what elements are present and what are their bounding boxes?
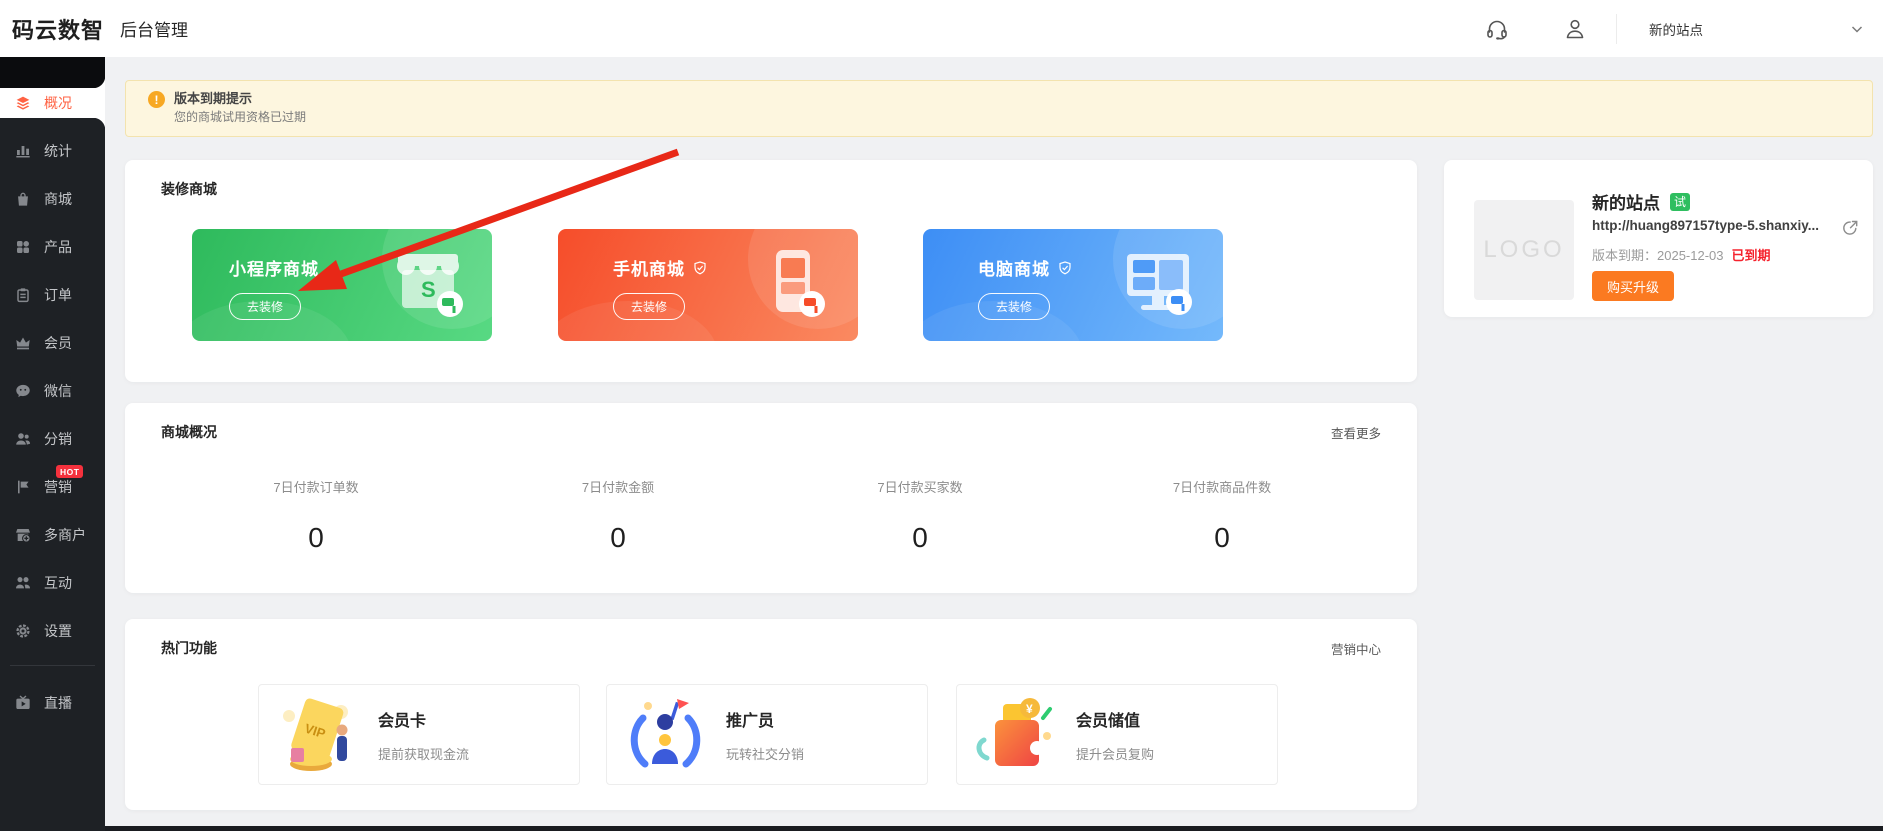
- mall-overview-panel: 商城概况 查看更多 7日付款订单数 0 7日付款金额 0 7日付款买家数 0 7…: [125, 403, 1417, 593]
- sidebar-item-distribution[interactable]: 分销: [0, 424, 105, 454]
- chevron-down-icon: [1849, 21, 1865, 37]
- stats-row: 7日付款订单数 0 7日付款金额 0 7日付款买家数 0 7日付款商品件数 0: [165, 477, 1373, 554]
- shield-check-icon: [1058, 261, 1072, 275]
- clipboard-icon: [14, 287, 31, 304]
- sidebar-item-interaction[interactable]: 互动: [0, 568, 105, 598]
- view-more-link[interactable]: 查看更多: [1331, 423, 1381, 442]
- stored-value-illustration: ¥: [973, 692, 1058, 777]
- feature-title: 会员储值: [1076, 707, 1154, 731]
- top-header: 码云数智 后台管理 新的站点: [0, 0, 1883, 57]
- svg-text:S: S: [421, 277, 436, 302]
- hot-features-panel: 热门功能 营销中心 VIP 会员卡 提前获取现金流: [125, 619, 1417, 810]
- mall-card-title: 手机商城: [613, 255, 685, 280]
- mall-card-title: 小程序商城: [229, 255, 319, 280]
- brand-logo: 码云数智: [12, 13, 104, 45]
- expired-status: 已到期: [1732, 248, 1771, 263]
- wechat-icon: [14, 383, 31, 400]
- site-url-link[interactable]: http://huang897157type-5.shanxiy...: [1592, 218, 1850, 233]
- promoter-illustration: [623, 692, 708, 777]
- sidebar-item-mall[interactable]: 商城: [0, 184, 105, 214]
- banner-title: 版本到期提示: [174, 90, 306, 108]
- overview-panel-title: 商城概况: [161, 422, 217, 442]
- expire-date: 2025-12-03: [1657, 248, 1724, 263]
- expire-label: 版本到期：: [1592, 248, 1657, 263]
- user-icon[interactable]: [1562, 16, 1588, 42]
- stat-paid-amount: 7日付款金额 0: [467, 477, 769, 554]
- site-switcher-dropdown[interactable]: 新的站点: [1617, 19, 1869, 39]
- version-expiry-banner: ! 版本到期提示 您的商城试用资格已过期: [125, 80, 1873, 137]
- site-name: 新的站点: [1592, 189, 1660, 214]
- shield-check-icon: [693, 261, 707, 275]
- feature-subtitle: 玩转社交分销: [726, 744, 804, 763]
- layers-icon: [14, 95, 31, 112]
- sidebar-item-live[interactable]: 直播: [0, 688, 105, 718]
- decorate-button[interactable]: 去装修: [978, 293, 1050, 320]
- decorate-button[interactable]: 去装修: [229, 293, 301, 320]
- sidebar-nav: 概况 统计 商城 产品 订单: [0, 57, 105, 718]
- feature-subtitle: 提前获取现金流: [378, 744, 469, 763]
- store-plus-icon: [14, 527, 31, 544]
- page-title: 后台管理: [120, 16, 188, 41]
- upgrade-button[interactable]: 购买升级: [1592, 271, 1674, 301]
- sidebar-item-overview[interactable]: 概况: [0, 88, 105, 118]
- external-link-icon[interactable]: [1842, 219, 1859, 236]
- desktop-monitor-icon: [1119, 244, 1199, 326]
- sidebar-item-multi-merchant[interactable]: 多商户: [0, 520, 105, 550]
- logo-placeholder-text: LOGO: [1483, 236, 1564, 264]
- marketing-center-link[interactable]: 营销中心: [1331, 639, 1381, 658]
- svg-text:¥: ¥: [1026, 702, 1033, 716]
- headset-icon[interactable]: [1484, 16, 1510, 42]
- trial-badge: 试: [1670, 193, 1690, 211]
- promoter-feature[interactable]: 推广员 玩转社交分销: [606, 684, 928, 785]
- mall-card-title: 电脑商城: [978, 255, 1050, 280]
- hot-panel-title: 热门功能: [161, 638, 217, 658]
- stat-paid-orders: 7日付款订单数 0: [165, 477, 467, 554]
- banner-text: 版本到期提示 您的商城试用资格已过期: [174, 90, 306, 136]
- bar-chart-icon: [14, 143, 31, 160]
- sidebar-item-marketing[interactable]: HOT 营销: [0, 472, 105, 502]
- people-icon: [14, 431, 31, 448]
- member-card-feature[interactable]: VIP 会员卡 提前获取现金流: [258, 684, 580, 785]
- sidebar-item-products[interactable]: 产品: [0, 232, 105, 262]
- grid-icon: [14, 239, 31, 256]
- feature-title: 推广员: [726, 707, 804, 731]
- gear-icon: [14, 623, 31, 640]
- sidebar-divider: [10, 665, 95, 666]
- feature-title: 会员卡: [378, 707, 469, 731]
- header-actions: 新的站点: [1484, 14, 1869, 44]
- pc-mall-card[interactable]: 电脑商城 去装修: [923, 229, 1223, 341]
- mobile-mall-card[interactable]: 手机商城 去装修: [558, 229, 858, 341]
- warning-icon: !: [148, 91, 165, 108]
- stored-value-feature[interactable]: ¥ 会员储值 提升会员复购: [956, 684, 1278, 785]
- version-expire-row: 版本到期：2025-12-03 已到期: [1592, 245, 1771, 264]
- site-logo-placeholder: LOGO: [1474, 200, 1574, 300]
- stat-paid-items: 7日付款商品件数 0: [1071, 477, 1373, 554]
- banner-subtitle: 您的商城试用资格已过期: [174, 108, 306, 127]
- crown-icon: [14, 335, 31, 352]
- sidebar: 概况 统计 商城 产品 订单: [0, 57, 105, 831]
- sidebar-item-wechat[interactable]: 微信: [0, 376, 105, 406]
- hot-badge: HOT: [56, 465, 83, 478]
- sidebar-item-statistics[interactable]: 统计: [0, 136, 105, 166]
- sidebar-item-orders[interactable]: 订单: [0, 280, 105, 310]
- decorate-panel-title: 装修商城: [161, 179, 217, 199]
- vip-card-illustration: VIP: [275, 692, 360, 777]
- users-icon: [14, 575, 31, 592]
- shopping-bag-icon: [14, 191, 31, 208]
- sidebar-item-settings[interactable]: 设置: [0, 616, 105, 646]
- bottom-scrollbar[interactable]: [105, 826, 1883, 831]
- feature-subtitle: 提升会员复购: [1076, 744, 1154, 763]
- stat-paid-buyers: 7日付款买家数 0: [769, 477, 1071, 554]
- mini-program-store-icon: S: [388, 244, 468, 326]
- flag-icon: [14, 479, 31, 496]
- decorate-button[interactable]: 去装修: [613, 293, 685, 320]
- mobile-phone-icon: [754, 244, 834, 326]
- decorate-mall-panel: 装修商城 小程序商城 去装修 S 手机商城: [125, 160, 1417, 382]
- site-switcher-label: 新的站点: [1649, 19, 1703, 39]
- sidebar-item-members[interactable]: 会员: [0, 328, 105, 358]
- live-tv-icon: [14, 695, 31, 712]
- mini-program-mall-card[interactable]: 小程序商城 去装修 S: [192, 229, 492, 341]
- site-info-panel: LOGO 新的站点 试 http://huang897157type-5.sha…: [1444, 160, 1873, 317]
